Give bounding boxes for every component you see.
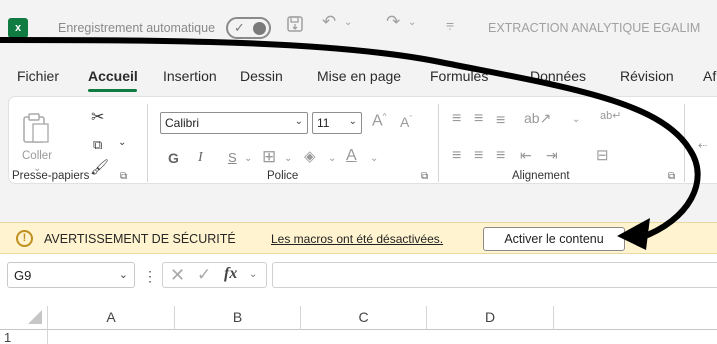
paste-label[interactable]: Coller — [22, 150, 52, 162]
chevron-down-icon: ⌄ — [294, 116, 303, 127]
group-divider — [684, 104, 685, 182]
row-header-1[interactable]: 1 — [0, 330, 48, 344]
toggle-knob — [253, 22, 266, 35]
paste-icon[interactable] — [22, 112, 50, 148]
font-color-icon[interactable]: A — [346, 148, 357, 164]
number-format-icon[interactable]: ⇠ — [698, 141, 707, 152]
enter-check-icon[interactable]: ✓ — [197, 265, 211, 285]
tab-accueil[interactable]: Accueil — [88, 68, 138, 84]
chevron-down-icon[interactable]: ⌄ — [118, 138, 126, 148]
font-group-label: Police — [267, 170, 299, 182]
borders-icon[interactable]: ⊞ — [262, 148, 276, 165]
italic-button[interactable]: I — [198, 150, 203, 166]
align-top-icon[interactable]: ≡ — [452, 111, 461, 127]
chevron-down-icon[interactable]: ⌄ — [344, 17, 352, 28]
orientation-icon[interactable]: ab↗ — [524, 111, 551, 125]
group-divider — [147, 104, 148, 182]
align-right-icon[interactable]: ≡ — [496, 148, 505, 164]
fill-color-icon[interactable]: ◈ — [304, 149, 316, 164]
excel-window: x Enregistrement automatique ✓ ↶ ⌄ ↷ ⌄ ⩦… — [0, 0, 717, 344]
format-painter-icon[interactable]: 🖌 — [90, 160, 109, 175]
chevron-down-icon[interactable]: ⌄ — [328, 154, 336, 164]
check-icon: ✓ — [234, 20, 245, 35]
increase-indent-icon[interactable]: ⇥ — [546, 148, 558, 162]
copy-icon[interactable]: ⧉ — [93, 138, 102, 151]
enable-content-button[interactable]: Activer le contenu — [483, 227, 625, 251]
customize-toolbar-icon[interactable]: ⩦ — [446, 15, 454, 32]
font-name-value: Calibri — [165, 116, 200, 130]
chevron-down-icon[interactable]: ⌄ — [370, 154, 378, 164]
more-options-icon[interactable]: ⋮ — [143, 268, 157, 285]
insert-function-icon[interactable]: fx — [224, 265, 237, 283]
active-tab-indicator — [88, 89, 137, 92]
tab-fichier[interactable]: Fichier — [17, 68, 59, 84]
align-center-icon[interactable]: ≡ — [474, 148, 483, 164]
chevron-down-icon[interactable]: ⌄ — [249, 269, 257, 280]
column-header-e[interactable] — [554, 306, 717, 330]
chevron-down-icon[interactable]: ⌄ — [408, 17, 416, 28]
macros-disabled-link[interactable]: Les macros ont été désactivées. — [271, 232, 443, 246]
column-header-a[interactable]: A — [48, 306, 175, 330]
worksheet-grid: A B C D 1 — [0, 298, 717, 344]
tab-revision[interactable]: Révision — [620, 68, 674, 84]
font-size-select[interactable]: 11 ⌄ — [312, 112, 362, 134]
column-header-d[interactable]: D — [427, 306, 554, 330]
formula-input[interactable] — [272, 262, 717, 288]
security-warning-bar: ! AVERTISSEMENT DE SÉCURITÉ Les macros o… — [0, 222, 717, 254]
tab-donnees[interactable]: Données — [530, 68, 586, 84]
cancel-icon[interactable]: ✕ — [170, 265, 185, 286]
decrease-font-icon[interactable]: Aˇ — [400, 115, 412, 129]
autosave-label: Enregistrement automatique — [58, 21, 216, 35]
bold-button[interactable]: G — [168, 150, 179, 166]
document-title: EXTRACTION ANALYTIQUE EGALIM — [488, 21, 701, 35]
alignment-group-label: Alignement — [512, 170, 570, 182]
chevron-down-icon[interactable]: ⌄ — [284, 154, 292, 164]
align-middle-icon[interactable]: ≡ — [474, 111, 483, 127]
font-name-select[interactable]: Calibri ⌄ — [160, 112, 308, 134]
increase-font-icon[interactable]: A^ — [372, 113, 386, 129]
formula-controls: ✕ ✓ fx ⌄ — [162, 262, 267, 288]
undo-icon[interactable]: ↶ — [322, 12, 336, 32]
dialog-launcher-icon[interactable]: ⧉ — [668, 171, 675, 182]
redo-icon[interactable]: ↷ — [386, 12, 400, 32]
column-header-b[interactable]: B — [175, 306, 301, 330]
align-left-icon[interactable]: ≡ — [452, 148, 461, 164]
group-divider — [438, 104, 439, 182]
chevron-down-icon[interactable]: ⌄ — [572, 115, 580, 125]
formula-bar: G9 ⌄ ⋮ ✕ ✓ fx ⌄ — [0, 254, 717, 298]
tab-insertion[interactable]: Insertion — [163, 68, 217, 84]
tab-mise-en-page[interactable]: Mise en page — [317, 68, 401, 84]
decrease-indent-icon[interactable]: ⇤ — [520, 148, 532, 162]
name-box-value: G9 — [14, 268, 32, 283]
cut-icon[interactable]: ✂ — [91, 110, 104, 126]
warning-shield-icon: ! — [16, 230, 33, 247]
tab-affichage[interactable]: Af — [703, 68, 716, 84]
security-warning-title: AVERTISSEMENT DE SÉCURITÉ — [44, 232, 236, 246]
select-all-triangle-icon — [28, 310, 42, 324]
clipboard-group-label: Presse-papiers — [12, 170, 90, 182]
font-size-value: 11 — [317, 116, 330, 130]
chevron-down-icon: ⌄ — [118, 269, 128, 281]
save-icon[interactable] — [286, 15, 304, 38]
column-header-c[interactable]: C — [301, 306, 427, 330]
dialog-launcher-icon[interactable]: ⧉ — [120, 171, 127, 182]
excel-logo-icon: x — [8, 18, 28, 38]
underline-button[interactable]: S — [228, 150, 237, 165]
autosave-toggle[interactable]: ✓ — [226, 17, 271, 39]
wrap-text-icon[interactable]: ab↵ — [600, 111, 621, 122]
ribbon-tabs: Fichier Accueil Insertion Dessin Mise en… — [0, 62, 717, 92]
title-bar: x Enregistrement automatique ✓ ↶ ⌄ ↷ ⌄ ⩦… — [0, 0, 717, 60]
chevron-down-icon: ⌄ — [348, 116, 357, 127]
chevron-down-icon[interactable]: ⌄ — [244, 154, 252, 164]
align-bottom-icon[interactable]: ≡ — [496, 113, 505, 129]
merge-center-icon[interactable]: ⊟ — [596, 148, 609, 163]
name-box[interactable]: G9 ⌄ — [7, 262, 135, 288]
tab-dessin[interactable]: Dessin — [240, 68, 283, 84]
tab-formules[interactable]: Formules — [430, 68, 488, 84]
dialog-launcher-icon[interactable]: ⧉ — [421, 171, 428, 182]
